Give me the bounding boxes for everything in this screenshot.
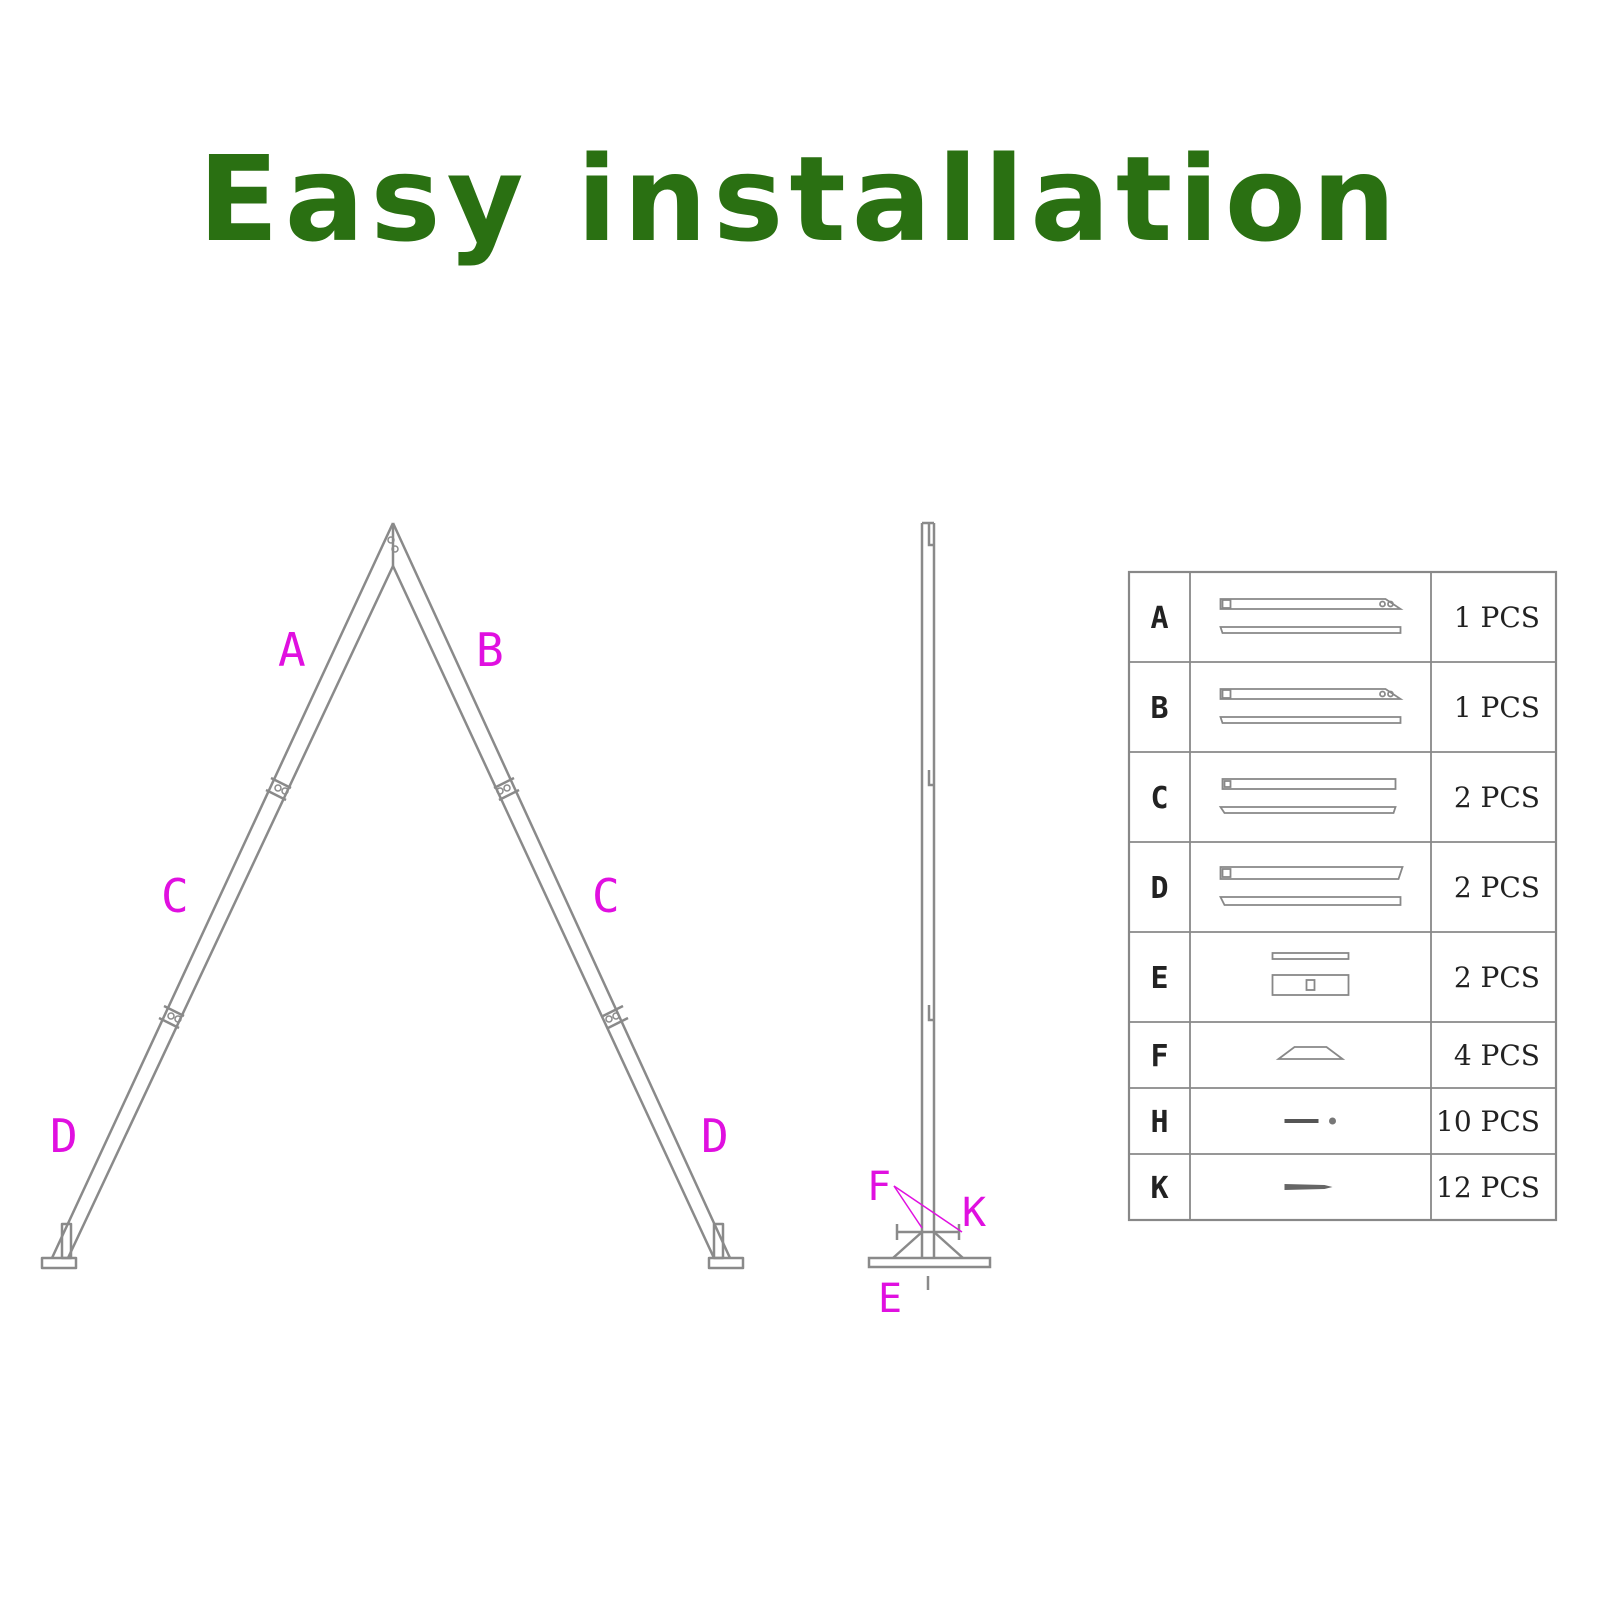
part-trapezoid-bracket-icon xyxy=(1275,1046,1346,1060)
label-c-left: C xyxy=(161,869,189,923)
parts-table: A 1 PCS B 1 PCS C 2 PCS D 2 PCS E 2 PCS F 4 PCS H 10 … xyxy=(1127,570,1558,1222)
label-d-right: D xyxy=(701,1109,729,1163)
parts-table-row: K 12 PCS xyxy=(1150,1171,1540,1206)
label-a: A xyxy=(278,623,306,677)
part-letter: D xyxy=(1150,871,1168,906)
parts-table-row: F 4 PCS xyxy=(1150,1039,1540,1074)
arch-left-outer-edge xyxy=(50,522,395,1259)
part-letter: H xyxy=(1150,1105,1168,1140)
part-quantity: 1 PCS xyxy=(1454,601,1540,634)
label-k: K xyxy=(962,1190,986,1236)
label-c-right: C xyxy=(592,869,620,923)
label-f: F xyxy=(867,1164,891,1210)
part-base-plate-icon xyxy=(1271,952,1350,996)
part-letter: B xyxy=(1150,691,1168,726)
parts-table-row: C 2 PCS xyxy=(1150,778,1540,816)
part-letter: C xyxy=(1150,781,1168,816)
label-e: E xyxy=(878,1276,902,1322)
part-screw-icon xyxy=(1284,1184,1333,1190)
part-letter: E xyxy=(1150,961,1168,996)
part-quantity: 4 PCS xyxy=(1454,1039,1540,1072)
label-d-left: D xyxy=(50,1109,78,1163)
arch-left-inner-edge xyxy=(66,565,395,1259)
arch-frame xyxy=(40,522,745,1270)
part-quantity: 2 PCS xyxy=(1454,871,1540,904)
part-quantity: 10 PCS xyxy=(1436,1105,1540,1138)
base-plate-e xyxy=(867,1256,992,1269)
installation-diagram: A B C C D D F K E A 1 PCS B 1 PCS C 2 PCS D 2 P… xyxy=(40,521,1558,1322)
part-bolt-icon xyxy=(1284,1117,1336,1125)
part-long-bar-angled-end-icon xyxy=(1219,598,1404,634)
part-quantity: 12 PCS xyxy=(1436,1171,1540,1204)
parts-table-row: D 2 PCS xyxy=(1150,866,1540,906)
foot-right xyxy=(707,1256,745,1270)
part-quantity: 2 PCS xyxy=(1454,781,1540,814)
parts-table-row: B 1 PCS xyxy=(1150,688,1540,726)
arch-bolts xyxy=(167,536,620,1023)
part-quantity: 2 PCS xyxy=(1454,961,1540,994)
side-label-leaders xyxy=(893,1185,963,1233)
part-letter: K xyxy=(1150,1171,1168,1206)
part-straight-bar-icon xyxy=(1218,778,1397,814)
part-letter: F xyxy=(1150,1039,1168,1074)
parts-table-row: H 10 PCS xyxy=(1150,1105,1540,1140)
part-letter: A xyxy=(1150,601,1168,636)
part-bar-slanted-end-icon xyxy=(1219,866,1404,906)
part-quantity: 1 PCS xyxy=(1454,691,1540,724)
foot-left xyxy=(40,1256,78,1270)
arch-right-outer-edge xyxy=(391,522,732,1259)
label-b: B xyxy=(476,623,504,677)
arch-right-inner-edge xyxy=(391,565,716,1259)
part-long-bar-angled-end-icon xyxy=(1219,688,1404,724)
parts-table-row: A 1 PCS xyxy=(1150,598,1540,636)
parts-table-row: E 2 PCS xyxy=(1150,952,1540,996)
